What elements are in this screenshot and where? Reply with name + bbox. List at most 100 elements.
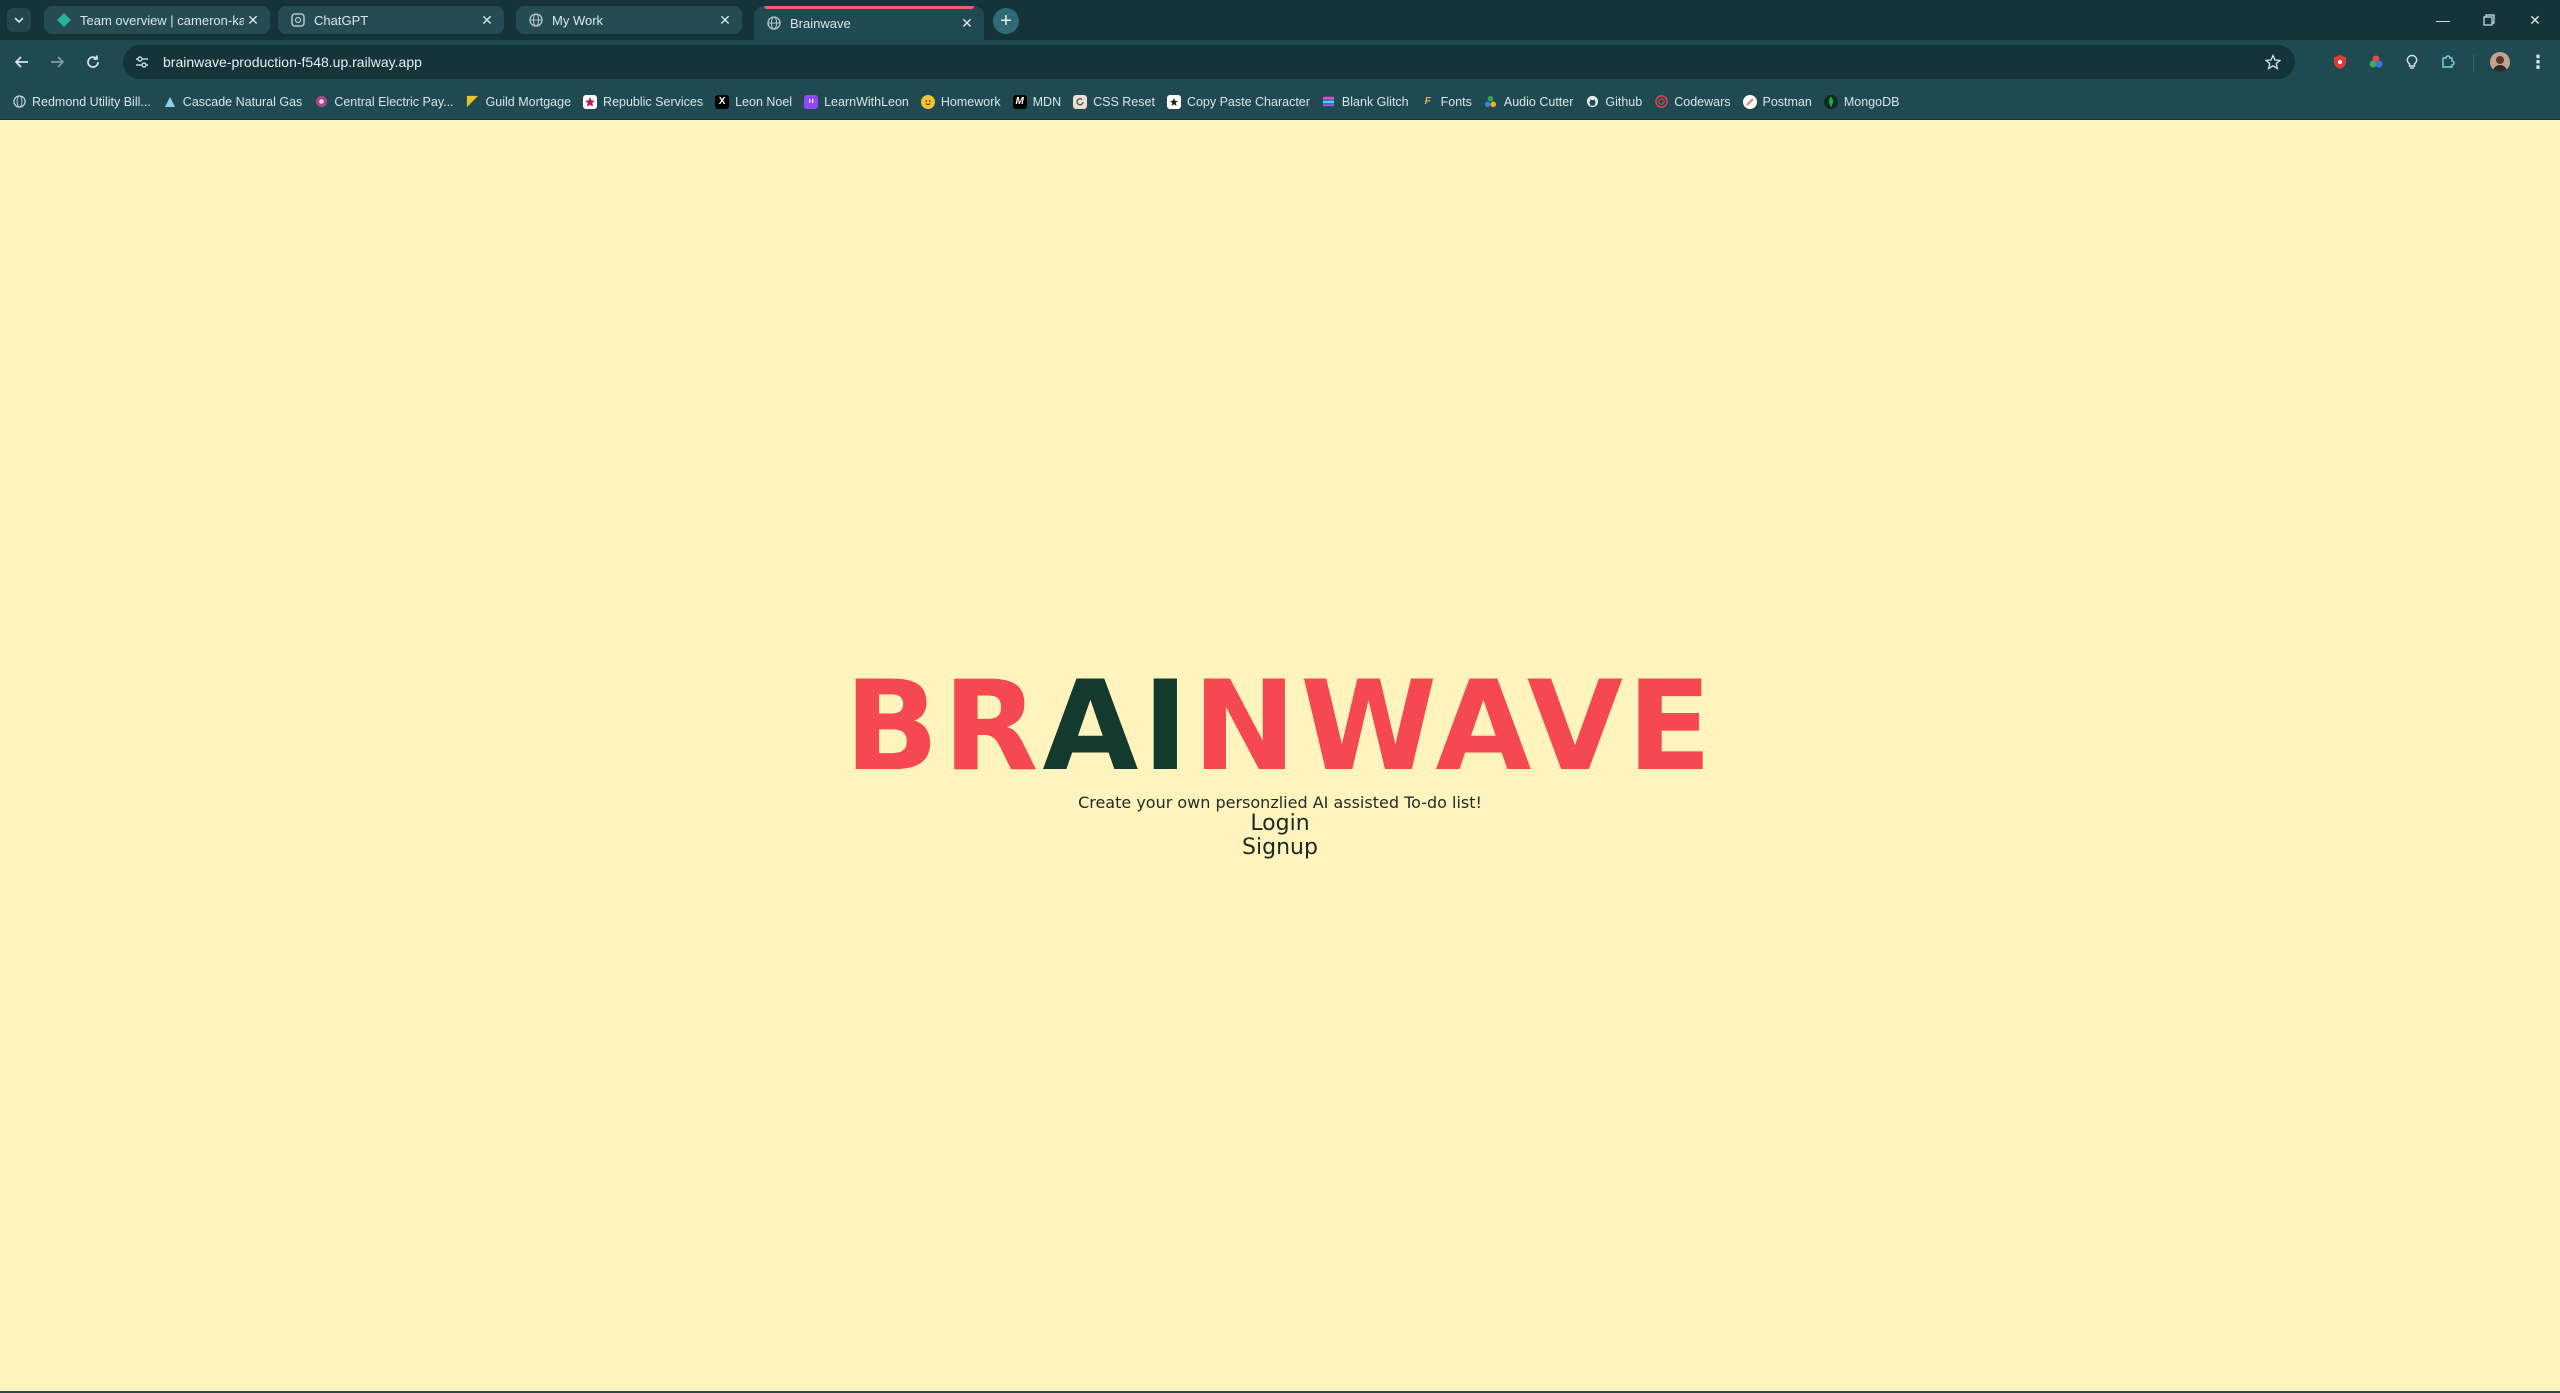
tab-strip: Team overview | cameron-kaub ✕ ChatGPT ✕… xyxy=(0,0,2560,40)
lightbulb-extension-icon[interactable] xyxy=(2402,52,2422,72)
tab-title: Brainwave xyxy=(790,15,851,31)
url-text[interactable]: brainwave-production-f548.up.railway.app xyxy=(163,54,422,70)
bookmark-label: LearnWithLeon xyxy=(824,94,909,109)
bookmark-label: Audio Cutter xyxy=(1503,94,1574,109)
bookmark-item[interactable]: M MDN xyxy=(1009,89,1068,115)
bookmark-label: Republic Services xyxy=(603,94,704,109)
address-bar[interactable]: brainwave-production-f548.up.railway.app xyxy=(123,45,2295,79)
bookmark-item[interactable]: Guild Mortgage xyxy=(462,89,578,115)
cascade-icon xyxy=(163,95,177,109)
mongodb-icon xyxy=(1823,94,1838,109)
copy-paste-icon xyxy=(1166,94,1181,109)
site-info-icon[interactable] xyxy=(131,51,153,73)
bookmark-item[interactable]: Homework xyxy=(917,89,1008,115)
close-window-button[interactable]: ✕ xyxy=(2512,6,2558,34)
reload-icon xyxy=(87,55,99,68)
bookmark-item[interactable]: Codewars xyxy=(1650,89,1737,115)
postman-icon xyxy=(1742,94,1757,109)
tab-my-work[interactable]: My Work ✕ xyxy=(516,6,742,34)
bookmark-item[interactable]: CSS Reset xyxy=(1069,89,1162,115)
globe-icon xyxy=(528,12,544,28)
bookmark-item[interactable]: LearnWithLeon xyxy=(800,89,916,115)
reload-button[interactable] xyxy=(80,49,106,75)
bookmark-item[interactable]: Cascade Natural Gas xyxy=(159,89,310,115)
kebab-menu-icon[interactable]: ⋮ xyxy=(2528,52,2548,72)
chatgpt-icon xyxy=(290,12,306,28)
logo-part-br: BR xyxy=(844,655,1043,799)
bookmark-label: Copy Paste Character xyxy=(1186,94,1310,109)
bookmark-label: Redmond Utility Bill... xyxy=(32,94,151,109)
arrow-left-icon xyxy=(14,56,28,68)
plus-icon: + xyxy=(1000,9,1012,32)
tab-brainwave[interactable]: Brainwave ✕ xyxy=(754,6,984,40)
bookmark-star-icon[interactable] xyxy=(2263,52,2283,72)
minimize-icon: — xyxy=(2436,12,2450,28)
toolbar-divider xyxy=(2473,54,2474,72)
fonts-icon: F xyxy=(1424,96,1431,107)
republic-icon xyxy=(583,94,598,109)
guild-icon xyxy=(466,95,480,109)
hero-section: BRAINWAVE Create your own personzlied AI… xyxy=(0,665,2560,860)
bookmark-item[interactable]: Redmond Utility Bill... xyxy=(8,89,158,115)
new-tab-button[interactable]: + xyxy=(993,8,1019,34)
bookmark-item[interactable]: Republic Services xyxy=(579,89,710,115)
signup-link[interactable]: Signup xyxy=(0,836,2560,860)
bookmark-label: Blank Glitch xyxy=(1341,94,1409,109)
bookmark-label: Leon Noel xyxy=(735,94,793,109)
profile-avatar[interactable] xyxy=(2490,52,2510,72)
bookmark-label: MDN xyxy=(1032,94,1062,109)
audio-cutter-icon xyxy=(1484,95,1498,109)
bookmark-label: Cascade Natural Gas xyxy=(182,94,303,109)
back-button[interactable] xyxy=(9,49,35,75)
logo-part-nwave: NWAVE xyxy=(1192,655,1716,799)
mdn-icon: M xyxy=(1012,94,1027,109)
close-icon[interactable]: ✕ xyxy=(716,11,734,29)
bookmark-label: Central Electric Pay... xyxy=(334,94,454,109)
tab-title: My Work xyxy=(552,12,604,28)
tab-chatgpt[interactable]: ChatGPT ✕ xyxy=(278,6,504,34)
bookmark-item[interactable]: Copy Paste Character xyxy=(1163,89,1317,115)
css-reset-icon xyxy=(1073,94,1088,109)
homework-icon xyxy=(920,94,935,109)
globe-icon xyxy=(12,95,26,109)
close-icon[interactable]: ✕ xyxy=(958,14,976,32)
bookmark-item[interactable]: MongoDB xyxy=(1820,89,1907,115)
tab-team-overview[interactable]: Team overview | cameron-kaub ✕ xyxy=(44,6,270,34)
bookmark-item[interactable]: Github xyxy=(1581,89,1649,115)
bookmark-item[interactable]: Central Electric Pay... xyxy=(310,89,460,115)
bookmark-item[interactable]: X Leon Noel xyxy=(711,89,799,115)
arrow-right-icon xyxy=(51,56,65,68)
logo-part-ai: AI xyxy=(1042,655,1193,799)
close-icon: ✕ xyxy=(2529,11,2541,28)
bookmark-label: Github xyxy=(1605,94,1643,109)
extensions-puzzle-icon[interactable] xyxy=(2438,52,2458,72)
bookmark-label: CSS Reset xyxy=(1093,94,1155,109)
bookmark-item[interactable]: Audio Cutter xyxy=(1480,89,1580,115)
restore-icon xyxy=(2483,14,2495,26)
bookmark-label: Postman xyxy=(1762,94,1812,109)
bookmark-label: Codewars xyxy=(1674,94,1731,109)
tab-search-button[interactable] xyxy=(7,8,31,32)
bookmark-item[interactable]: Postman xyxy=(1739,89,1819,115)
bookmark-label: Homework xyxy=(940,94,1001,109)
close-icon[interactable]: ✕ xyxy=(244,11,262,29)
restore-button[interactable] xyxy=(2466,6,2512,34)
bookmark-label: Guild Mortgage xyxy=(485,94,572,109)
bookmark-item[interactable]: F Fonts xyxy=(1417,89,1479,115)
chevron-down-icon xyxy=(14,17,24,24)
bookmark-item[interactable]: Blank Glitch xyxy=(1318,89,1416,115)
brainwave-logo: BRAINWAVE xyxy=(0,665,2560,789)
bookmarks-bar: Redmond Utility Bill... Cascade Natural … xyxy=(0,84,2560,120)
color-picker-extension-icon[interactable] xyxy=(2366,52,2386,72)
minimize-button[interactable]: — xyxy=(2420,6,2466,34)
close-icon[interactable]: ✕ xyxy=(478,11,496,29)
tagline: Create your own personzlied AI assisted … xyxy=(1078,793,1482,812)
forward-button[interactable] xyxy=(44,49,70,75)
x-icon: X xyxy=(715,94,730,109)
login-link[interactable]: Login xyxy=(0,812,2560,836)
globe-icon xyxy=(766,15,782,31)
lastpass-extension-icon[interactable] xyxy=(2330,52,2350,72)
page-content: BRAINWAVE Create your own personzlied AI… xyxy=(0,121,2560,1393)
glitch-icon xyxy=(1322,95,1336,109)
browser-toolbar: brainwave-production-f548.up.railway.app… xyxy=(0,40,2560,84)
